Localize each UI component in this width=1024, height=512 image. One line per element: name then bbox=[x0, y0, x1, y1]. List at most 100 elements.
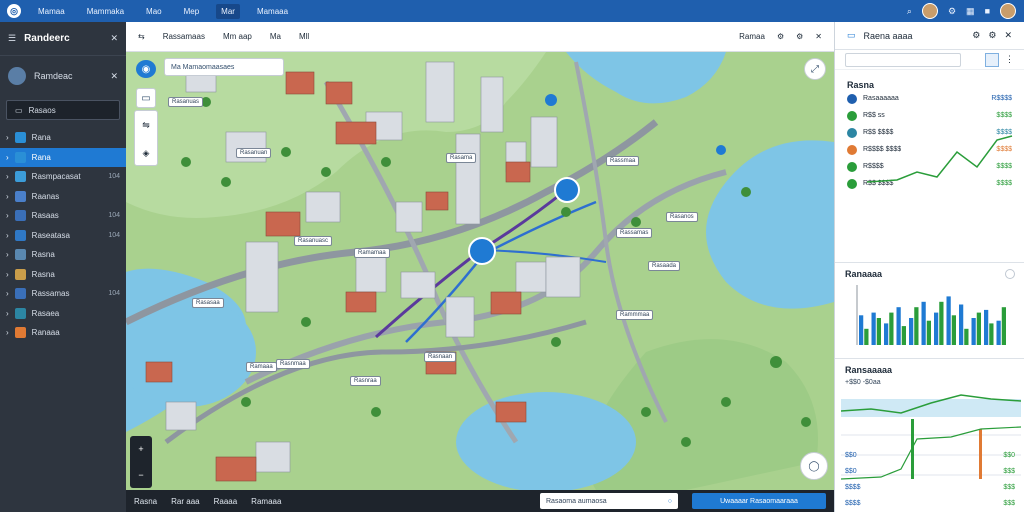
map-toolbar-item[interactable]: Mll bbox=[299, 32, 309, 41]
map-label[interactable]: Rasanuan bbox=[236, 148, 272, 158]
chevron-right-icon: › bbox=[6, 211, 9, 221]
bar-mark bbox=[946, 296, 951, 345]
sidebar-item[interactable]: › Rassamas 104 bbox=[0, 284, 126, 304]
top-menu-item[interactable]: Mamaaa bbox=[252, 4, 293, 19]
user-avatar[interactable] bbox=[921, 3, 938, 19]
sidebar-item[interactable]: › Ranaaa bbox=[0, 323, 126, 343]
bottom-tab[interactable]: Ramaaa bbox=[251, 497, 281, 506]
filter-button[interactable]: ⋮ bbox=[1005, 54, 1014, 65]
close-icon[interactable]: ✕ bbox=[110, 71, 118, 82]
sidebar-item-label: Ranaaa bbox=[31, 328, 60, 338]
map-label[interactable]: Rasanos bbox=[666, 212, 698, 222]
filter-button[interactable] bbox=[985, 52, 999, 67]
map-label[interactable]: Ramaaa bbox=[246, 362, 277, 372]
sidebar-item[interactable]: › Rasna bbox=[0, 245, 126, 265]
bar-mark bbox=[959, 304, 964, 345]
map-label[interactable]: Rassmaa bbox=[606, 156, 640, 166]
search-icon[interactable]: ⌕ bbox=[907, 6, 912, 17]
chevron-right-icon: › bbox=[6, 308, 9, 318]
sidebar-item-count: 104 bbox=[108, 173, 120, 181]
bottom-search-input[interactable]: Rasaoma aumaosa ○ bbox=[540, 493, 678, 509]
top-menu-item[interactable]: Mamaa bbox=[33, 4, 70, 19]
sidebar-item-label: Rassamas bbox=[31, 289, 70, 299]
map-toolbar-item[interactable]: Ma bbox=[270, 32, 281, 41]
map-label[interactable]: Ramamaa bbox=[354, 248, 390, 258]
map-toolbar-right[interactable]: Ramaa bbox=[739, 32, 765, 41]
sidebar-item[interactable]: › Rasaas 104 bbox=[0, 206, 126, 226]
panel-search-input[interactable] bbox=[845, 52, 961, 67]
sidebar-item[interactable]: › Rana bbox=[0, 128, 126, 148]
zoom-in-icon[interactable]: + bbox=[138, 444, 143, 454]
bar-mark bbox=[889, 312, 894, 345]
chat-icon[interactable]: ◯ bbox=[800, 452, 828, 480]
panel-title: Raena aaaa bbox=[863, 30, 913, 41]
settings-icon[interactable]: ⚙ bbox=[796, 32, 803, 41]
map-tool-group: ⇋ ◈ bbox=[134, 110, 158, 166]
top-menu-item-active[interactable]: Mar bbox=[216, 3, 240, 19]
top-menu-item[interactable]: Mammaka bbox=[82, 4, 129, 19]
map-label[interactable]: Rasnraa bbox=[350, 376, 381, 386]
sidebar-item-label: Rasmpacasat bbox=[31, 172, 81, 182]
hamburger-icon[interactable]: ☰ bbox=[8, 33, 16, 44]
metric-row[interactable]: R$$ ss $$$$ bbox=[847, 107, 1012, 124]
grid-icon[interactable]: ▦ bbox=[966, 6, 975, 17]
settings-icon[interactable]: ⚙ bbox=[948, 6, 956, 17]
map-label[interactable]: Rassamas bbox=[616, 228, 653, 238]
sidebar-item[interactable]: › Rasmpacasat 104 bbox=[0, 167, 126, 187]
map-label[interactable]: Rasaada bbox=[648, 261, 681, 271]
trend-value-b: $$$ bbox=[1003, 499, 1015, 507]
sidebar-search[interactable]: ▭ Rasaos bbox=[6, 100, 120, 120]
sidebar-item[interactable]: › Rana bbox=[0, 147, 126, 167]
bottom-tab[interactable]: Rar aaa bbox=[171, 497, 199, 506]
chevron-right-icon: › bbox=[6, 289, 9, 299]
close-icon[interactable]: ✕ bbox=[1004, 30, 1012, 41]
layers-icon[interactable]: ⇆ bbox=[138, 32, 145, 41]
settings-icon[interactable]: ⚙ bbox=[988, 30, 996, 41]
settings-icon[interactable]: ⚙ bbox=[777, 32, 784, 41]
chevron-right-icon: › bbox=[6, 328, 9, 338]
bar-mark bbox=[864, 328, 869, 345]
compass-icon[interactable]: ◈ bbox=[135, 139, 157, 167]
map-label[interactable]: Rasama bbox=[446, 153, 477, 163]
map-label[interactable]: Rammmaa bbox=[616, 310, 654, 320]
map-toolbar-item[interactable]: Rassamaas bbox=[163, 32, 205, 41]
close-icon[interactable]: ✕ bbox=[110, 33, 118, 44]
top-menu-item[interactable]: Mep bbox=[179, 4, 205, 19]
sidebar-list: › Rana › Rana › Rasmpacasat 104 › Raanas › Rasaas 1… bbox=[0, 128, 126, 343]
bar-mark bbox=[926, 320, 931, 345]
map-view[interactable]: ⇆ Rassamaas Mm aap Ma Mll Ramaa ⚙ ⚙ ✕ ◉ … bbox=[126, 22, 834, 512]
metric-row[interactable]: Rasaaaaaa R$$$$ bbox=[847, 90, 1012, 107]
trend-row: $$0 $$$ bbox=[845, 463, 1015, 479]
map-search-input[interactable]: Ma Mamaomaasaes bbox=[164, 58, 284, 76]
location-icon[interactable]: ◉ bbox=[136, 60, 156, 78]
top-menu-item[interactable]: Mao bbox=[141, 4, 167, 19]
sidebar-item-label: Rasaea bbox=[31, 308, 60, 318]
notification-icon[interactable]: ■ bbox=[985, 6, 990, 16]
map-toolbar-item[interactable]: Mm aap bbox=[223, 32, 252, 41]
map-label[interactable]: Rasasaa bbox=[192, 298, 224, 308]
bar-chart-section: Ranaaaa bbox=[835, 262, 1024, 353]
map-label[interactable]: Rasnmaa bbox=[276, 359, 310, 369]
sidebar-item-label: Rasna bbox=[31, 250, 55, 260]
fullscreen-icon[interactable]: ⤢ bbox=[804, 58, 826, 80]
route-icon[interactable]: ⇋ bbox=[135, 111, 157, 139]
map-label[interactable]: Rasanuas bbox=[168, 97, 204, 107]
map-label[interactable]: Rasnaan bbox=[424, 352, 457, 362]
sidebar-item[interactable]: › Raanas bbox=[0, 187, 126, 207]
bottom-tab[interactable]: Raaaa bbox=[214, 497, 238, 506]
bar-mark bbox=[951, 315, 956, 345]
layers-button[interactable]: ▭ bbox=[136, 88, 156, 108]
zoom-out-icon[interactable]: − bbox=[138, 470, 143, 480]
profile-avatar[interactable] bbox=[1000, 3, 1016, 19]
info-icon[interactable] bbox=[1005, 269, 1015, 279]
settings-icon[interactable]: ⚙ bbox=[972, 30, 980, 41]
bottom-tab[interactable]: Rasna bbox=[134, 497, 157, 506]
sidebar-item[interactable]: › Rasaea bbox=[0, 304, 126, 324]
primary-action-button[interactable]: Uwaaaar Rasaomaaraaa bbox=[692, 493, 826, 509]
search-icon[interactable]: ○ bbox=[668, 498, 672, 505]
sidebar-item[interactable]: › Rasna bbox=[0, 265, 126, 285]
close-icon[interactable]: ✕ bbox=[815, 32, 822, 41]
sidebar-item[interactable]: › Raseatasa 104 bbox=[0, 226, 126, 246]
map-label[interactable]: Rasanuasc bbox=[294, 236, 333, 246]
map-canvas[interactable] bbox=[126, 22, 834, 512]
